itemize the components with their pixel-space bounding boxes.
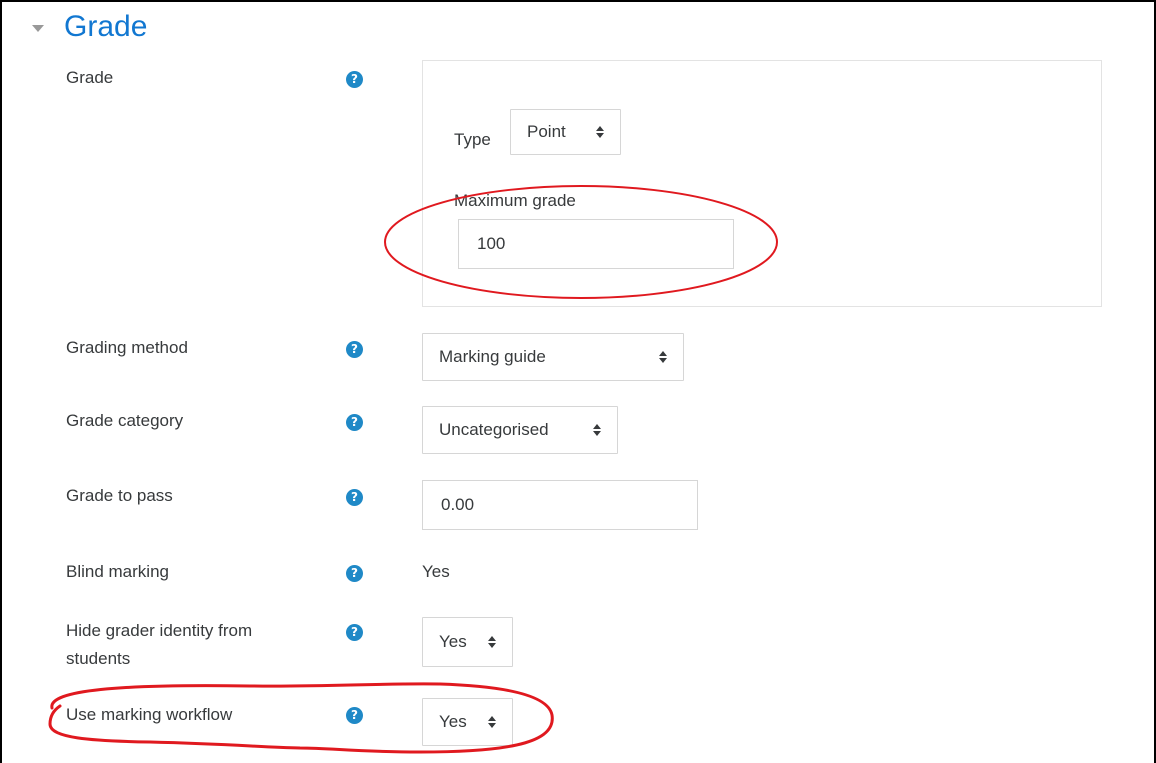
grade-category-value: Uncategorised xyxy=(439,420,549,439)
hide-grader-label: Hide grader identity from students xyxy=(66,619,252,671)
grade-type-label: Type xyxy=(454,130,491,149)
grade-type-value: Point xyxy=(527,122,566,141)
maximum-grade-value: 100 xyxy=(477,234,506,253)
help-icon[interactable]: ? xyxy=(346,71,363,88)
hide-grader-select[interactable]: Yes xyxy=(422,617,513,667)
select-caret-icon xyxy=(488,636,496,648)
section-header-grade[interactable]: Grade xyxy=(32,10,147,44)
section-title: Grade xyxy=(64,10,148,43)
grading-method-select[interactable]: Marking guide xyxy=(422,333,684,381)
blind-marking-value: Yes xyxy=(422,562,450,581)
select-caret-icon xyxy=(659,351,667,363)
select-caret-icon xyxy=(596,126,604,138)
grade-to-pass-input[interactable]: 0.00 xyxy=(422,480,698,530)
grade-to-pass-label: Grade to pass xyxy=(66,486,173,505)
help-icon[interactable]: ? xyxy=(346,489,363,506)
collapse-triangle-icon[interactable] xyxy=(32,24,44,32)
hide-grader-label-line1: Hide grader identity from xyxy=(66,621,253,640)
select-caret-icon xyxy=(593,424,601,436)
marking-workflow-label: Use marking workflow xyxy=(66,705,233,724)
maximum-grade-input[interactable]: 100 xyxy=(458,219,734,269)
select-caret-icon xyxy=(488,716,496,728)
grade-category-select[interactable]: Uncategorised xyxy=(422,406,618,454)
help-icon[interactable]: ? xyxy=(346,707,363,724)
help-icon[interactable]: ? xyxy=(346,341,363,358)
blind-marking-label: Blind marking xyxy=(66,562,169,581)
maximum-grade-label: Maximum grade xyxy=(454,191,576,210)
help-icon[interactable]: ? xyxy=(346,414,363,431)
grade-type-select[interactable]: Point xyxy=(510,109,621,155)
grading-method-value: Marking guide xyxy=(439,347,546,366)
grade-label: Grade xyxy=(66,68,114,87)
grade-category-label: Grade category xyxy=(66,411,184,430)
grade-fieldset: Type Point Maximum grade 100 xyxy=(422,60,1102,307)
grade-to-pass-value: 0.00 xyxy=(441,495,475,514)
hide-grader-value: Yes xyxy=(439,632,467,651)
help-icon[interactable]: ? xyxy=(346,624,363,641)
marking-workflow-select[interactable]: Yes xyxy=(422,698,513,746)
help-icon[interactable]: ? xyxy=(346,565,363,582)
grading-method-label: Grading method xyxy=(66,338,188,357)
hide-grader-label-line2: students xyxy=(66,649,131,668)
marking-workflow-value: Yes xyxy=(439,712,467,731)
